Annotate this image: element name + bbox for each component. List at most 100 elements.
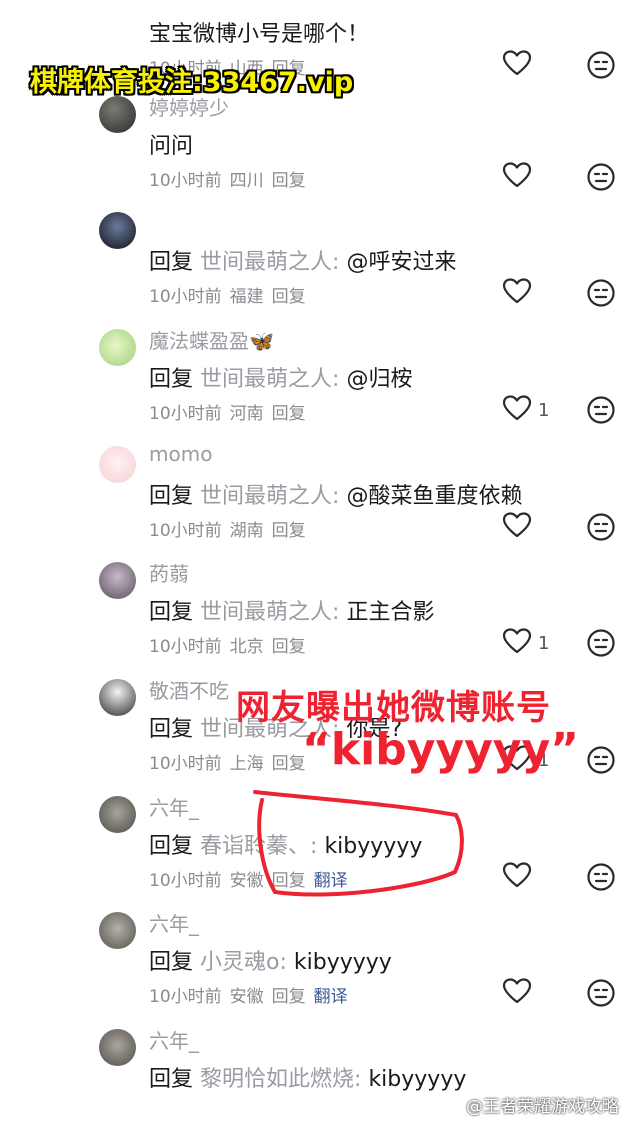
reply-button[interactable]: 回复 (272, 987, 306, 1007)
comment-time: 10小时前 (149, 404, 222, 424)
translate-button[interactable]: 翻译 (314, 871, 348, 891)
comment-location: 河南 (229, 404, 264, 424)
comment-body: @呼安过来 (346, 250, 457, 275)
comment-text: 宝宝微博小号是哪个！ (149, 16, 369, 48)
comment-time: 10小时前 (149, 287, 222, 307)
neutral-face-icon (586, 629, 616, 662)
neutral-face-icon (586, 746, 616, 779)
overlay-caption: 网友曝出她微博账号 (236, 688, 551, 728)
avatar[interactable] (99, 1029, 136, 1066)
comment-body: 问问 (149, 134, 194, 159)
comment-time: 10小时前 (149, 987, 222, 1007)
comment-username[interactable]: 敬酒不吃 (149, 675, 229, 704)
dislike-button[interactable] (586, 628, 616, 658)
comment-location: 福建 (229, 287, 264, 307)
translate-button[interactable]: 翻译 (314, 987, 348, 1007)
comment-item: 六年_ 回复 小灵魂o: kibyyyyy 10小时前 安徽 回复 翻译 (0, 912, 640, 1029)
comment-username[interactable]: momo (149, 442, 212, 466)
comment-item: 六年_ 回复 春诣聆蓁、: kibyyyyy 10小时前 安徽 回复 翻译 (0, 796, 640, 913)
like-button[interactable]: 1 (502, 628, 549, 658)
reply-target-name[interactable]: 世间最萌之人: (200, 600, 339, 625)
like-button[interactable]: 1 (502, 395, 549, 425)
reply-label: 回复 (149, 1067, 194, 1092)
reply-label: 回复 (149, 600, 194, 625)
reply-target-name[interactable]: 世间最萌之人: (200, 250, 339, 275)
comment-username[interactable]: 六年_ (149, 792, 199, 821)
like-button[interactable] (502, 978, 532, 1008)
avatar[interactable] (99, 96, 136, 133)
reply-target-name[interactable]: 春诣聆蓁、: (200, 834, 317, 859)
reply-label: 回复 (149, 834, 194, 859)
comment-text: 回复 世间最萌之人: 正主合影 (149, 594, 434, 626)
comment-location: 安徽 (229, 871, 264, 891)
neutral-face-icon (586, 863, 616, 896)
comment-time: 10小时前 (149, 521, 222, 541)
reply-button[interactable]: 回复 (272, 171, 306, 191)
avatar[interactable] (99, 212, 136, 249)
avatar[interactable] (99, 562, 136, 599)
comment-username[interactable]: 菂蒻 (149, 558, 189, 587)
comment-text: 回复 世间最萌之人: @呼安过来 (149, 244, 456, 276)
comment-username[interactable]: 六年_ (149, 908, 199, 937)
dislike-button[interactable] (586, 162, 616, 192)
dislike-button[interactable] (586, 512, 616, 542)
comment-body: kibyyyyy (293, 950, 392, 975)
comment-text: 回复 世间最萌之人: @酸菜鱼重度依赖 (149, 478, 522, 510)
comment-time: 10小时前 (149, 871, 222, 891)
promo-overlay-text: 棋牌体育投注:33467.vip (30, 67, 354, 98)
neutral-face-icon (586, 279, 616, 312)
heart-icon (502, 394, 532, 426)
comment-item: 六年_ 回复 黎明恰如此燃烧: kibyyyyy (0, 1029, 640, 1146)
like-button[interactable] (502, 512, 532, 542)
comment-username[interactable]: 魔法蝶盈盈🦋 (149, 325, 274, 354)
neutral-face-icon (586, 513, 616, 546)
dislike-button[interactable] (586, 50, 616, 80)
neutral-face-icon (586, 163, 616, 196)
comment-meta: 10小时前 四川 回复 (149, 166, 306, 191)
reply-button[interactable]: 回复 (272, 521, 306, 541)
like-button[interactable] (502, 278, 532, 308)
heart-icon (502, 627, 532, 659)
like-button[interactable] (502, 50, 532, 80)
avatar[interactable] (99, 329, 136, 366)
like-button[interactable] (502, 162, 532, 192)
reply-target-name[interactable]: 小灵魂o: (200, 950, 287, 975)
comment-body: kibyyyyy (368, 1067, 467, 1092)
reply-button[interactable]: 回复 (272, 871, 306, 891)
reply-button[interactable]: 回复 (272, 404, 306, 424)
overlay-account-name: “kibyyyyy” (302, 724, 580, 775)
dislike-button[interactable] (586, 745, 616, 775)
comment-location: 湖南 (229, 521, 264, 541)
reply-target-name[interactable]: 世间最萌之人: (200, 367, 339, 392)
avatar[interactable] (99, 912, 136, 949)
avatar[interactable] (99, 796, 136, 833)
comment-location: 四川 (229, 171, 264, 191)
like-count: 1 (538, 399, 550, 421)
reply-target-name[interactable]: 黎明恰如此燃烧: (200, 1067, 361, 1092)
comment-username[interactable]: 六年_ (149, 1025, 199, 1054)
reply-label: 回复 (149, 950, 194, 975)
dislike-button[interactable] (586, 978, 616, 1008)
reply-button[interactable]: 回复 (272, 287, 306, 307)
heart-icon (502, 49, 532, 81)
comment-text: 回复 小灵魂o: kibyyyyy (149, 944, 392, 976)
like-button[interactable] (502, 862, 532, 892)
neutral-face-icon (586, 396, 616, 429)
comment-body: 正主合影 (346, 600, 435, 625)
comment-location: 安徽 (229, 987, 264, 1007)
comment-item: 菂蒻 回复 世间最萌之人: 正主合影 10小时前 北京 回复 1 (0, 562, 640, 679)
comment-body: kibyyyyy (324, 834, 423, 859)
reply-target-name[interactable]: 世间最萌之人: (200, 484, 339, 509)
reply-button[interactable]: 回复 (272, 754, 306, 774)
comment-location: 北京 (229, 637, 264, 657)
dislike-button[interactable] (586, 862, 616, 892)
reply-button[interactable]: 回复 (272, 637, 306, 657)
avatar[interactable] (99, 446, 136, 483)
dislike-button[interactable] (586, 395, 616, 425)
reply-label: 回复 (149, 250, 194, 275)
avatar[interactable] (99, 679, 136, 716)
dislike-button[interactable] (586, 278, 616, 308)
comment-body: @酸菜鱼重度依赖 (346, 484, 523, 509)
watermark-text: @王者荣耀游戏攻略 (466, 1097, 619, 1117)
comment-time: 10小时前 (149, 637, 222, 657)
